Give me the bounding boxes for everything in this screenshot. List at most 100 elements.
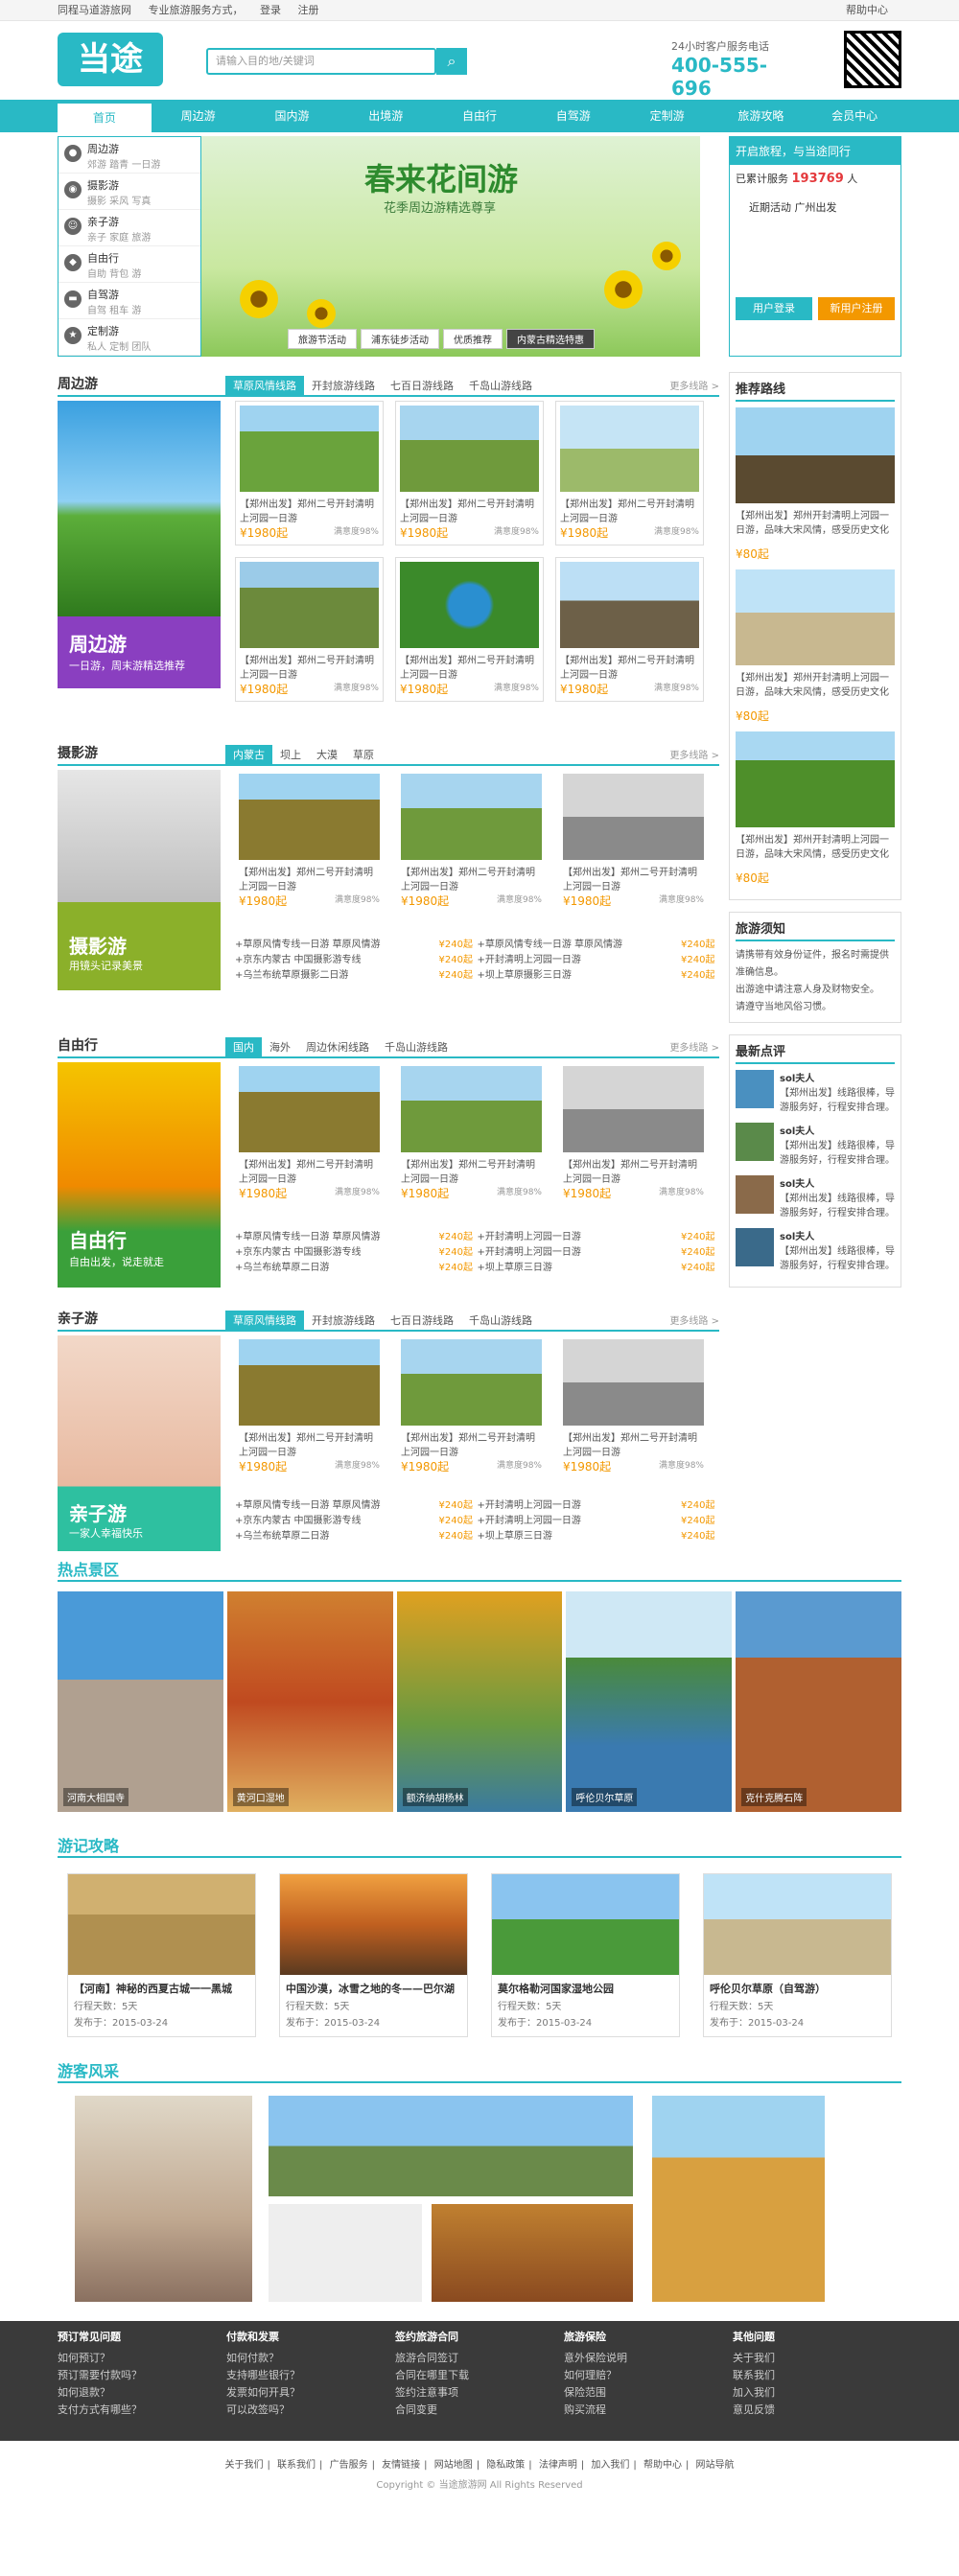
style-photo[interactable] xyxy=(75,2096,252,2302)
banner-tab[interactable]: 浦东徒步活动 xyxy=(361,329,439,349)
list-item[interactable]: +草原风情专线一日游 草原风情游 ¥240起 +开封清明上河园一日游 ¥240起 xyxy=(235,1230,719,1245)
banner-tab[interactable]: 优质推荐 xyxy=(443,329,503,349)
footer-link[interactable]: 可以改签吗？ xyxy=(226,2402,395,2419)
review-item[interactable]: sol夫人 【郑州出发】线路很棒，导游服务好，行程安排合理。 xyxy=(736,1070,895,1113)
site-logo[interactable]: 当途 xyxy=(58,33,163,86)
bottom-link[interactable]: 友情链接 xyxy=(382,2460,420,2471)
scenic-card[interactable]: 克什克腾石阵 xyxy=(736,1591,901,1812)
footer-link[interactable]: 如何退款？ xyxy=(58,2384,226,2402)
route-card[interactable]: 【郑州出发】郑州二号开封清明上河园一日游 ¥1980起 满意度98% xyxy=(235,401,384,545)
nav-item[interactable]: 出境游 xyxy=(339,100,433,132)
category-item[interactable]: ★ 定制游 私人 定制 团队 xyxy=(58,319,200,356)
section-tab[interactable]: 千岛山游线路 xyxy=(461,1311,540,1330)
section-tab[interactable]: 七百日游线路 xyxy=(383,1311,461,1330)
bottom-link[interactable]: 网站导航 xyxy=(696,2460,735,2471)
section-tab[interactable]: 大漠 xyxy=(309,745,345,764)
footer-link[interactable]: 意见反馈 xyxy=(733,2402,901,2419)
recommend-item[interactable]: 【郑州出发】郑州开封清明上河园一日游，品味大宋风情，感受历史文化 ¥80起 xyxy=(736,731,895,886)
category-item[interactable]: ● 周边游 郊游 踏青 一日游 xyxy=(58,137,200,174)
section-tab[interactable]: 开封旅游线路 xyxy=(304,1311,383,1330)
section-tab[interactable]: 千岛山游线路 xyxy=(461,376,540,395)
section-tab[interactable]: 草原风情线路 xyxy=(225,376,304,395)
section-tab[interactable]: 七百日游线路 xyxy=(383,376,461,395)
bottom-link[interactable]: 法律声明 xyxy=(539,2460,577,2471)
footer-link[interactable]: 如何预订？ xyxy=(58,2350,226,2367)
hero-banner[interactable]: 春来花间游 花季周边游精选尊享 旅游节活动 浦东徒步活动 优质推荐 内蒙古精选特… xyxy=(201,136,700,357)
more-link[interactable]: 更多线路 > xyxy=(669,378,719,392)
category-item[interactable]: ◆ 自由行 自助 背包 游 xyxy=(58,246,200,283)
style-photo[interactable] xyxy=(269,2096,633,2196)
style-photo[interactable] xyxy=(269,2204,422,2302)
login-button[interactable]: 用户登录 xyxy=(736,297,812,320)
footer-link[interactable]: 关于我们 xyxy=(733,2350,901,2367)
list-item[interactable]: +京东内蒙古 中国摄影游专线 ¥240起 +开封清明上河园一日游 ¥240起 xyxy=(235,1245,719,1261)
recommend-item[interactable]: 【郑州出发】郑州开封清明上河园一日游，品味大宋风情，感受历史文化 ¥80起 xyxy=(736,407,895,562)
footer-link[interactable]: 加入我们 xyxy=(733,2384,901,2402)
recommend-item[interactable]: 【郑州出发】郑州开封清明上河园一日游，品味大宋风情，感受历史文化 ¥80起 xyxy=(736,569,895,724)
route-card[interactable]: 【郑州出发】郑州二号开封清明上河园一日游 ¥1980起 满意度98% xyxy=(235,557,384,702)
route-card[interactable]: 【郑州出发】郑州二号开封清明上河园一日游 ¥1980起 满意度98% xyxy=(559,1335,708,1478)
footer-link[interactable]: 发票如何开具？ xyxy=(226,2384,395,2402)
nav-item[interactable]: 周边游 xyxy=(152,100,246,132)
bottom-link[interactable]: 广告服务 xyxy=(330,2460,368,2471)
guide-card[interactable]: 呼伦贝尔草原（自驾游） 行程天数：5天 发布于：2015-03-24 xyxy=(703,1873,892,2037)
login-link[interactable]: 登录 xyxy=(260,4,281,16)
footer-link[interactable]: 意外保险说明 xyxy=(564,2350,733,2367)
footer-link[interactable]: 支付方式有哪些？ xyxy=(58,2402,226,2419)
scenic-card[interactable]: 呼伦贝尔草原 xyxy=(566,1591,733,1812)
nav-item[interactable]: 定制游 xyxy=(620,100,714,132)
list-item[interactable]: +京东内蒙古 中国摄影游专线 ¥240起 +开封清明上河园一日游 ¥240起 xyxy=(235,1514,719,1529)
search-input[interactable]: 请输入目的地/关键词 xyxy=(206,48,436,75)
list-item[interactable]: +乌兰布统草原摄影二日游 ¥240起 +坝上草原摄影三日游 ¥240起 xyxy=(235,968,719,984)
footer-link[interactable]: 合同在哪里下载 xyxy=(395,2367,564,2384)
review-item[interactable]: sol夫人 【郑州出发】线路很棒，导游服务好，行程安排合理。 xyxy=(736,1123,895,1166)
section-tab[interactable]: 草原风情线路 xyxy=(225,1311,304,1330)
banner-tab[interactable]: 内蒙古精选特惠 xyxy=(506,329,595,349)
footer-link[interactable]: 保险范围 xyxy=(564,2384,733,2402)
footer-link[interactable]: 签约注意事项 xyxy=(395,2384,564,2402)
section-cover-image[interactable]: 周边游 一日游，周末游精选推荐 xyxy=(58,401,221,688)
section-tab[interactable]: 坝上 xyxy=(272,745,309,764)
section-tab[interactable]: 国内 xyxy=(225,1037,262,1056)
route-card[interactable]: 【郑州出发】郑州二号开封清明上河园一日游 ¥1980起 满意度98% xyxy=(235,1335,384,1478)
bottom-link[interactable]: 关于我们 xyxy=(224,2460,263,2471)
guide-card[interactable]: 莫尔格勒河国家湿地公园 行程天数：5天 发布于：2015-03-24 xyxy=(491,1873,680,2037)
footer-link[interactable]: 旅游合同签订 xyxy=(395,2350,564,2367)
category-item[interactable]: ◉ 摄影游 摄影 采风 写真 xyxy=(58,174,200,210)
help-link[interactable]: 帮助中心 xyxy=(846,4,888,16)
register-button[interactable]: 新用户注册 xyxy=(818,297,895,320)
route-card[interactable]: 【郑州出发】郑州二号开封清明上河园一日游 ¥1980起 满意度98% xyxy=(235,1062,384,1205)
route-card[interactable]: 【郑州出发】郑州二号开封清明上河园一日游 ¥1980起 满意度98% xyxy=(559,770,708,913)
more-link[interactable]: 更多线路 > xyxy=(669,747,719,761)
nav-item[interactable]: 自驾游 xyxy=(526,100,620,132)
style-photo[interactable] xyxy=(432,2204,633,2302)
bottom-link[interactable]: 联系我们 xyxy=(277,2460,316,2471)
side-line[interactable]: 近期活动 广州出发 xyxy=(730,192,901,297)
footer-link[interactable]: 支持哪些银行？ xyxy=(226,2367,395,2384)
guide-card[interactable]: 【河南】神秘的西夏古城一一黑城 行程天数：5天 发布于：2015-03-24 xyxy=(67,1873,256,2037)
route-card[interactable]: 【郑州出发】郑州二号开封清明上河园一日游 ¥1980起 满意度98% xyxy=(559,1062,708,1205)
footer-link[interactable]: 合同变更 xyxy=(395,2402,564,2419)
nav-item[interactable]: 自由行 xyxy=(433,100,526,132)
banner-tab[interactable]: 旅游节活动 xyxy=(288,329,357,349)
bottom-link[interactable]: 网站地图 xyxy=(434,2460,473,2471)
section-cover-image[interactable]: 亲子游 一家人幸福快乐 xyxy=(58,1335,221,1551)
footer-link[interactable]: 如何理赔？ xyxy=(564,2367,733,2384)
nav-item[interactable]: 国内游 xyxy=(246,100,339,132)
category-item[interactable]: ▬ 自驾游 自驾 租车 游 xyxy=(58,283,200,319)
style-photo[interactable] xyxy=(652,2096,825,2302)
section-tab[interactable]: 海外 xyxy=(262,1037,298,1056)
section-tab[interactable]: 开封旅游线路 xyxy=(304,376,383,395)
list-item[interactable]: +京东内蒙古 中国摄影游专线 ¥240起 +开封清明上河园一日游 ¥240起 xyxy=(235,953,719,968)
route-card[interactable]: 【郑州出发】郑州二号开封清明上河园一日游 ¥1980起 满意度98% xyxy=(397,1335,546,1478)
section-tab[interactable]: 周边休闲线路 xyxy=(298,1037,377,1056)
scenic-card[interactable]: 河南大相国寺 xyxy=(58,1591,223,1812)
guide-card[interactable]: 中国沙漠，冰雪之地的冬——巴尔湖 行程天数：5天 发布于：2015-03-24 xyxy=(279,1873,468,2037)
section-cover-image[interactable]: 自由行 自由出发，说走就走 xyxy=(58,1062,221,1288)
register-link[interactable]: 注册 xyxy=(298,4,319,16)
list-item[interactable]: +乌兰布统草原二日游 ¥240起 +坝上草原三日游 ¥240起 xyxy=(235,1261,719,1276)
route-card[interactable]: 【郑州出发】郑州二号开封清明上河园一日游 ¥1980起 满意度98% xyxy=(397,1062,546,1205)
nav-home[interactable]: 首页 xyxy=(58,104,152,132)
route-card[interactable]: 【郑州出发】郑州二号开封清明上河园一日游 ¥1980起 满意度98% xyxy=(235,770,384,913)
more-link[interactable]: 更多线路 > xyxy=(669,1039,719,1054)
